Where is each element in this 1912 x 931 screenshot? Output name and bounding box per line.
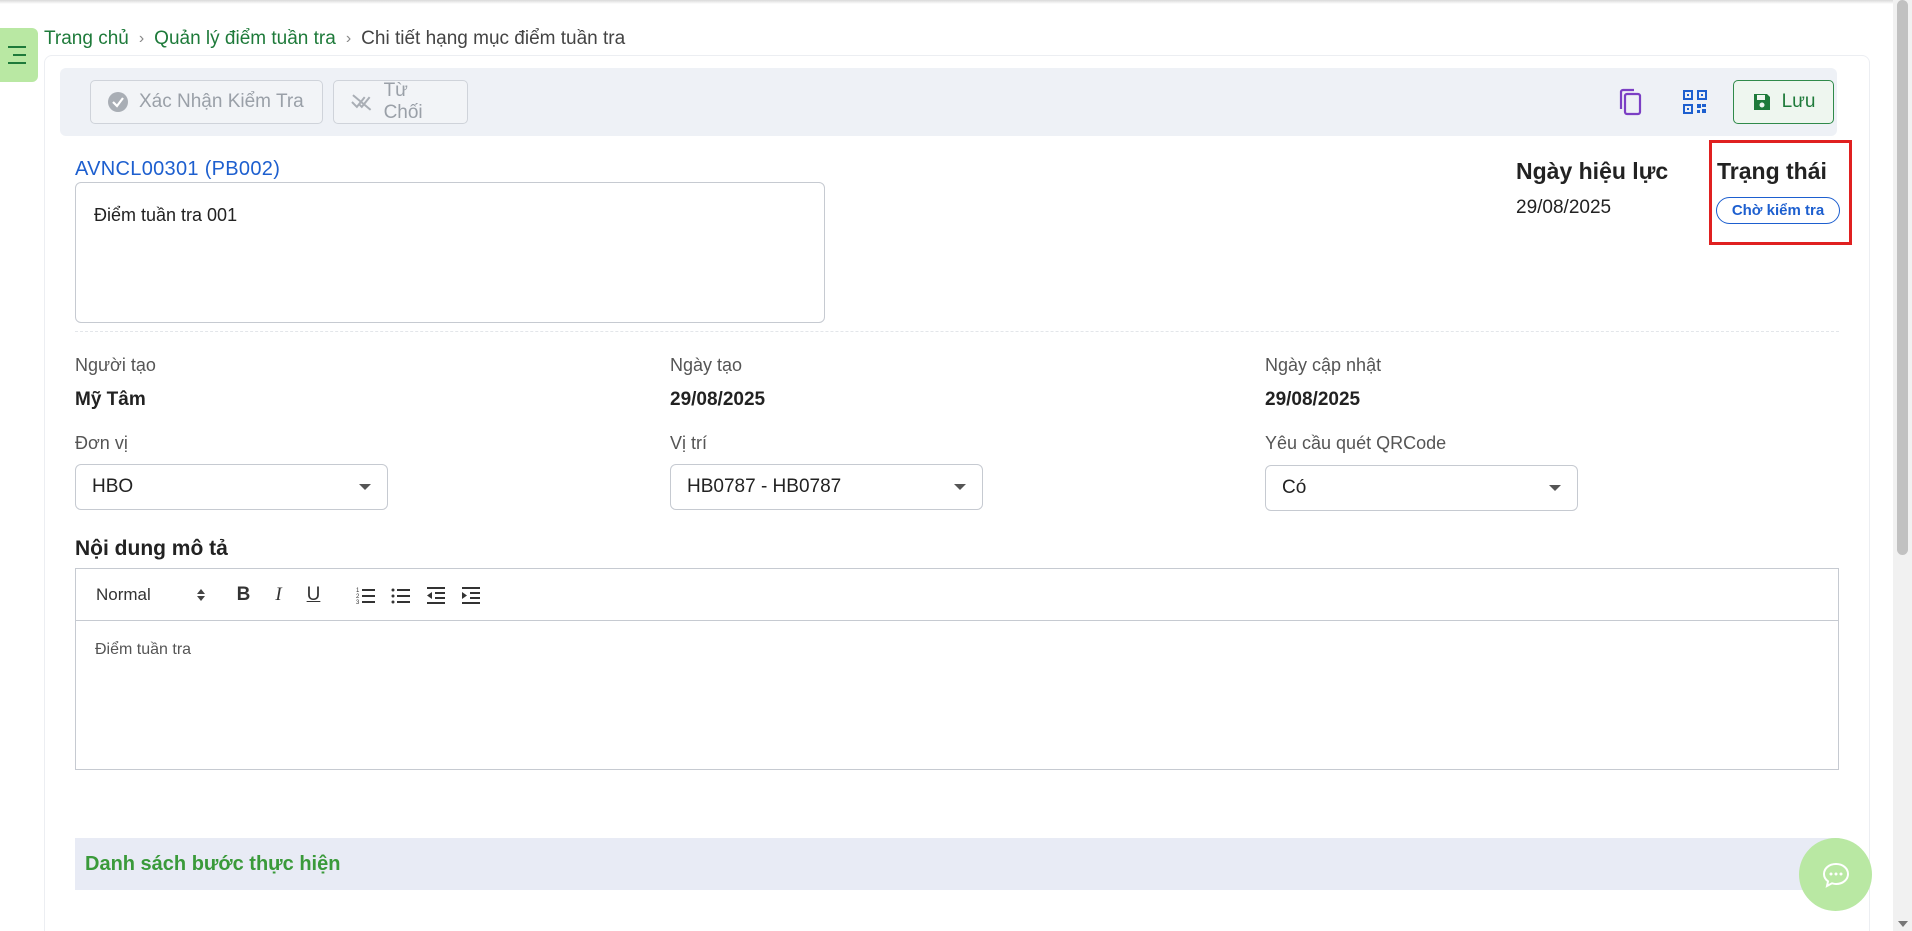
ordered-list-button[interactable]: 1 2 3 xyxy=(348,580,383,610)
caret-down-icon xyxy=(954,484,966,490)
updated-date-value: 29/08/2025 xyxy=(1265,389,1361,410)
sort-arrows-icon xyxy=(197,588,205,601)
breadcrumb-home-link[interactable]: Trang chủ xyxy=(44,28,129,50)
steps-title: Danh sách bước thực hiện xyxy=(85,852,341,875)
record-code-value: AVNCL00301 xyxy=(75,158,199,180)
chat-bubble-icon xyxy=(1822,862,1849,888)
indent-button[interactable] xyxy=(453,580,488,610)
record-name-field[interactable]: Điểm tuần tra 001 xyxy=(75,182,825,323)
menu-icon xyxy=(8,46,26,64)
creator-value: Mỹ Tâm xyxy=(75,389,146,410)
scroll-down-arrow-icon[interactable] xyxy=(1898,921,1908,927)
confirm-check-label: Xác Nhận Kiểm Tra xyxy=(139,91,304,112)
location-label: Vị trí xyxy=(670,433,708,453)
bold-icon: B xyxy=(236,583,251,605)
created-date-label: Ngày tạo xyxy=(670,355,743,375)
underline-icon: U xyxy=(306,583,321,605)
italic-button[interactable]: I xyxy=(261,580,296,610)
confirm-check-button[interactable]: Xác Nhận Kiểm Tra xyxy=(90,80,323,124)
qr-required-value: Có xyxy=(1282,477,1307,498)
sidebar-toggle-button[interactable] xyxy=(0,28,38,82)
effective-date-label: Ngày hiệu lực xyxy=(1516,158,1669,184)
unit-select[interactable]: HBO xyxy=(75,464,388,510)
created-date-value: 29/08/2025 xyxy=(670,389,766,410)
outdent-button[interactable] xyxy=(418,580,453,610)
updated-date-label: Ngày cập nhật xyxy=(1265,355,1382,375)
effective-date-value: 29/08/2025 xyxy=(1516,197,1612,218)
bold-button[interactable]: B xyxy=(226,580,261,610)
breadcrumb: Trang chủ › Quản lý điểm tuần tra › Chi … xyxy=(44,28,625,50)
save-label: Lưu xyxy=(1781,91,1816,112)
unit-select-value: HBO xyxy=(92,476,134,497)
indent-icon xyxy=(461,586,480,604)
chevron-right-icon: › xyxy=(138,30,145,47)
caret-down-icon xyxy=(359,484,371,490)
status-label: Trạng thái xyxy=(1717,158,1827,184)
bullet-list-icon xyxy=(391,588,410,603)
svg-text:3: 3 xyxy=(356,600,360,604)
caret-down-icon xyxy=(1549,485,1561,491)
scrollbar-thumb[interactable] xyxy=(1897,0,1908,555)
underline-button[interactable]: U xyxy=(296,580,331,610)
breadcrumb-parent-link[interactable]: Quản lý điểm tuần tra xyxy=(154,28,336,50)
record-group-code: (PB002) xyxy=(204,158,281,180)
format-select-value: Normal xyxy=(96,584,151,604)
chevron-right-icon: › xyxy=(345,30,352,47)
qr-required-label: Yêu cầu quét QRCode xyxy=(1265,433,1447,453)
status-badge: Chờ kiểm tra xyxy=(1716,197,1840,224)
editor-toolbar: Normal B I U 1 2 3 xyxy=(76,569,1838,621)
breadcrumb-current: Chi tiết hạng mục điểm tuần tra xyxy=(361,28,626,49)
record-code: AVNCL00301 (PB002) xyxy=(75,158,280,181)
qr-required-select[interactable]: Có xyxy=(1265,465,1578,511)
outdent-icon xyxy=(426,586,445,604)
save-button[interactable]: Lưu xyxy=(1733,80,1834,124)
description-title: Nội dung mô tả xyxy=(75,537,228,560)
check-circle-icon xyxy=(108,92,128,112)
format-select[interactable]: Normal xyxy=(96,585,206,605)
description-editor: Normal B I U 1 2 3 Điểm tuần tra xyxy=(75,568,1839,770)
description-content[interactable]: Điểm tuần tra xyxy=(95,641,191,659)
section-divider xyxy=(75,331,1839,332)
chat-button[interactable] xyxy=(1799,838,1872,911)
steps-section-header: Danh sách bước thực hiện xyxy=(75,838,1839,890)
page-scrollbar[interactable] xyxy=(1893,0,1912,931)
status-highlight-box xyxy=(1709,140,1852,245)
reject-check-icon xyxy=(351,94,372,111)
record-name-value: Điểm tuần tra 001 xyxy=(94,205,238,225)
bullet-list-button[interactable] xyxy=(383,580,418,610)
copy-icon xyxy=(1619,88,1642,116)
location-select[interactable]: HB0787 - HB0787 xyxy=(670,464,983,510)
qr-code-icon xyxy=(1683,90,1707,114)
save-icon xyxy=(1753,94,1770,110)
creator-label: Người tạo xyxy=(75,355,156,375)
ordered-list-icon: 1 2 3 xyxy=(356,588,375,604)
qr-code-button[interactable] xyxy=(1679,86,1711,118)
reject-label: Từ Chối xyxy=(383,80,423,123)
copy-button[interactable] xyxy=(1614,86,1646,118)
location-select-value: HB0787 - HB0787 xyxy=(687,476,842,497)
reject-button[interactable]: Từ Chối xyxy=(333,80,468,124)
unit-label: Đơn vị xyxy=(75,433,128,453)
italic-icon: I xyxy=(275,583,282,605)
action-toolbar: Xác Nhận Kiểm Tra Từ Chối Lưu xyxy=(60,68,1837,136)
top-bar xyxy=(0,0,1893,4)
